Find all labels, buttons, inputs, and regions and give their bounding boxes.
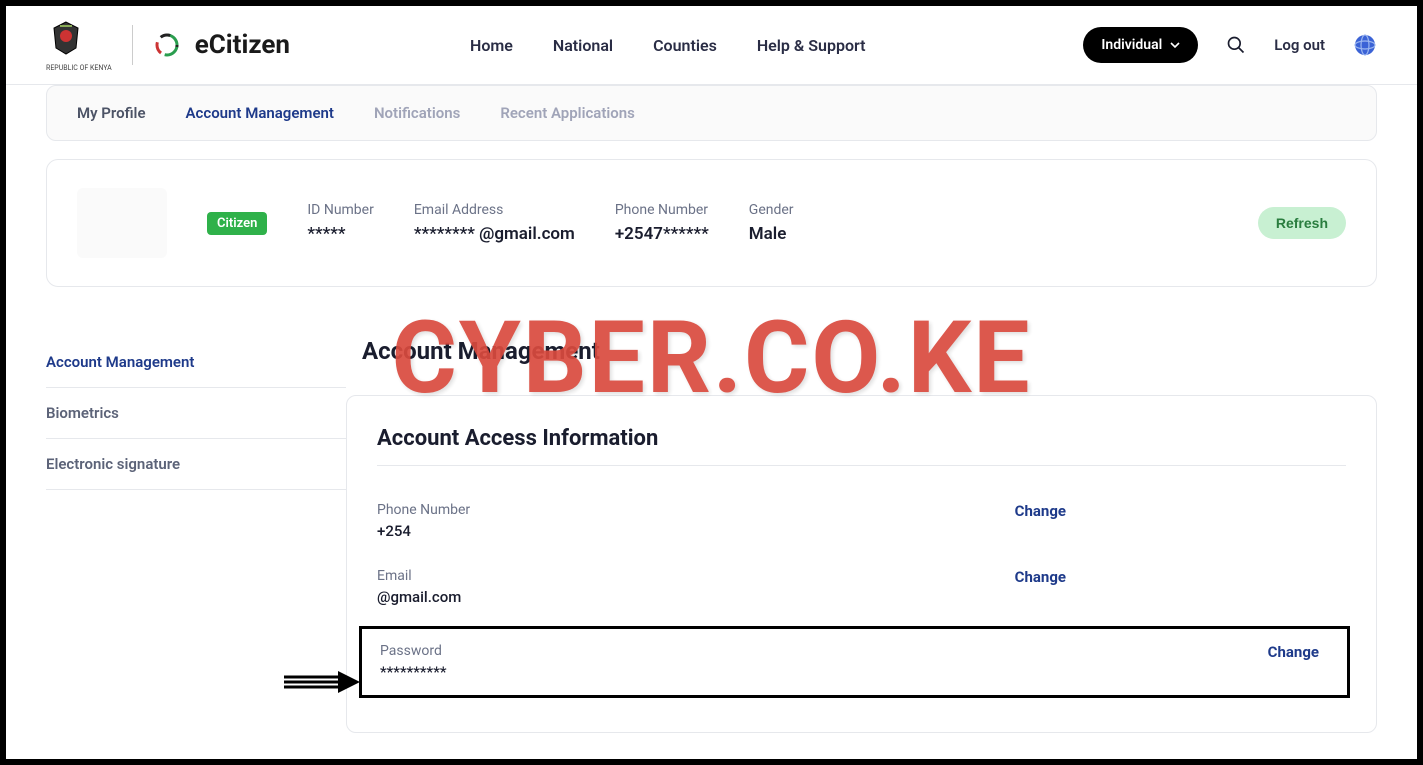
profile-tabs: My Profile Account Management Notificati… (46, 85, 1377, 141)
search-icon[interactable] (1226, 35, 1246, 55)
nav-home[interactable]: Home (470, 36, 513, 55)
tab-notifications[interactable]: Notifications (374, 104, 460, 122)
logo-block: REPUBLIC OF KENYA eCitizen (46, 18, 290, 72)
change-phone-link[interactable]: Change (1015, 502, 1066, 520)
badge-column: Citizen (207, 212, 267, 235)
tab-my-profile[interactable]: My Profile (77, 104, 146, 122)
phone-label: Phone Number (615, 202, 709, 218)
language-globe-icon[interactable] (1353, 33, 1377, 57)
logout-link[interactable]: Log out (1274, 36, 1325, 54)
main-content: Account Management Biometrics Electronic… (46, 337, 1377, 733)
arrow-annotation-icon (282, 669, 362, 695)
chevron-down-icon (1170, 40, 1180, 50)
brand-subtitle: REPUBLIC OF KENYA (46, 64, 112, 72)
divider (377, 465, 1346, 466)
password-row-label: Password (380, 643, 1268, 659)
id-value: ***** (307, 224, 373, 244)
nav-counties[interactable]: Counties (653, 36, 717, 55)
brand-name: eCitizen (195, 30, 290, 60)
account-type-label: Individual (1101, 37, 1162, 53)
email-column: Email Address ******** @gmail.com (414, 202, 575, 244)
gender-value: Male (749, 224, 794, 244)
divider (132, 25, 133, 65)
id-column: ID Number ***** (307, 202, 373, 244)
change-email-link[interactable]: Change (1015, 568, 1066, 586)
sidenav-biometrics[interactable]: Biometrics (46, 388, 346, 439)
id-label: ID Number (307, 202, 373, 218)
avatar (77, 188, 167, 258)
password-row-value: ********** (380, 663, 1268, 681)
sidenav-electronic-signature[interactable]: Electronic signature (46, 439, 346, 490)
password-row: Password ********** Change (359, 626, 1350, 698)
ecitizen-swirl-icon (153, 31, 181, 59)
phone-value: +2547****** (615, 224, 709, 244)
phone-row: Phone Number +254 Change (377, 488, 1346, 554)
change-password-link[interactable]: Change (1268, 643, 1319, 661)
page-title: Account Management (362, 337, 1377, 365)
phone-row-value: +254 (377, 522, 1015, 540)
citizen-badge: Citizen (207, 212, 267, 235)
tab-recent-applications[interactable]: Recent Applications (500, 104, 635, 122)
header-tools: Individual Log out (1083, 27, 1377, 63)
email-row-label: Email (377, 568, 1015, 584)
nav-help[interactable]: Help & Support (757, 36, 866, 55)
nav-national[interactable]: National (553, 36, 613, 55)
sidenav-account-management[interactable]: Account Management (46, 337, 346, 388)
content-area: Account Management Account Access Inform… (346, 337, 1377, 733)
phone-row-label: Phone Number (377, 502, 1015, 518)
tab-account-management[interactable]: Account Management (186, 104, 334, 122)
section-title: Account Access Information (377, 426, 1346, 451)
header: REPUBLIC OF KENYA eCitizen Home National… (6, 6, 1417, 85)
email-value: ******** @gmail.com (414, 224, 575, 244)
email-row: Email @gmail.com Change (377, 554, 1346, 620)
gender-label: Gender (749, 202, 794, 218)
gender-column: Gender Male (749, 202, 794, 244)
account-type-dropdown[interactable]: Individual (1083, 27, 1198, 63)
coat-of-arms-icon: REPUBLIC OF KENYA (46, 18, 112, 72)
email-label: Email Address (414, 202, 575, 218)
email-row-value: @gmail.com (377, 588, 1015, 606)
phone-column: Phone Number +2547****** (615, 202, 709, 244)
profile-summary-card: Citizen ID Number ***** Email Address **… (46, 159, 1377, 287)
refresh-button[interactable]: Refresh (1258, 207, 1346, 239)
account-access-panel: Account Access Information Phone Number … (346, 395, 1377, 733)
main-nav: Home National Counties Help & Support (470, 36, 866, 55)
